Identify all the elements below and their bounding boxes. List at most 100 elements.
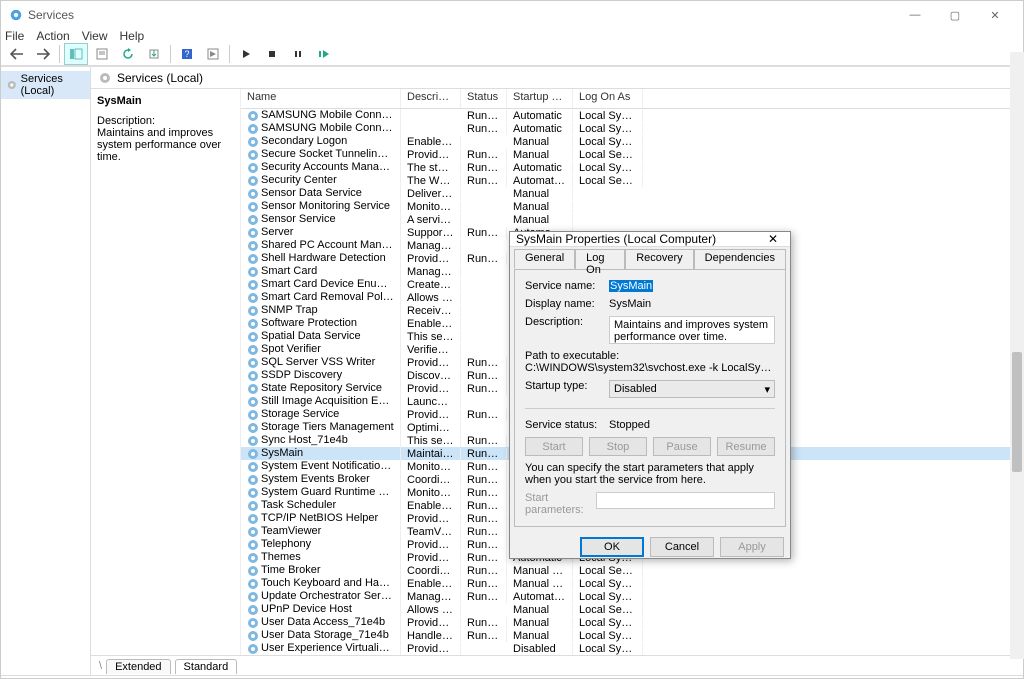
table-row[interactable]: Update Orchestrator ServiceManages Wi...… [241,590,1023,603]
services-app-icon [9,8,23,22]
cancel-button[interactable]: Cancel [650,537,714,557]
label-start-parameters: Start parameters: [525,492,592,516]
tab-extended[interactable]: Extended [106,659,170,674]
window-scrollbar[interactable] [1010,52,1024,659]
table-row[interactable]: Sensor ServiceA service for ...Manual [241,213,1023,226]
description-text: Maintains and improves system performanc… [97,127,234,163]
table-row[interactable]: Security Accounts ManagerThe startup ...… [241,161,1023,174]
gear-icon [7,79,17,91]
dialog-body: Service name: SysMain Display name: SysM… [514,269,786,527]
properties-button[interactable] [90,43,114,65]
export-button[interactable] [142,43,166,65]
pause-button[interactable]: Pause [653,437,711,456]
tab-dependencies[interactable]: Dependencies [694,249,786,269]
table-row[interactable]: UPnP Device HostAllows UPnP ...ManualLoc… [241,603,1023,616]
table-row[interactable]: User Data Access_71e4bProvides ap...Runn… [241,616,1023,629]
table-row[interactable]: Sensor Data ServiceDelivers dat...Manual [241,187,1023,200]
nav-forward-button[interactable] [31,43,55,65]
col-description[interactable]: Description [401,89,461,108]
menu-view[interactable]: View [82,29,108,43]
help-button[interactable]: ? [175,43,199,65]
refresh-button[interactable] [116,43,140,65]
label-startup-type: Startup type: [525,380,605,392]
table-row[interactable]: SAMSUNG Mobile Connecti...RunningAutomat… [241,109,1023,122]
selected-service-title: SysMain [97,95,234,107]
nav-back-button[interactable] [5,43,29,65]
table-row[interactable]: User Experience VirtualizationProvides s… [241,642,1023,655]
svg-text:?: ? [184,49,189,59]
scrollbar-thumb[interactable] [1012,352,1022,472]
apply-button[interactable]: Apply [720,537,784,557]
col-status[interactable]: Status [461,89,507,108]
tab-general[interactable]: General [514,249,575,269]
dialog-titlebar: SysMain Properties (Local Computer) ✕ [510,232,790,247]
label-path: Path to executable: [525,350,775,362]
properties-dialog: SysMain Properties (Local Computer) ✕ Ge… [509,231,791,559]
menu-action[interactable]: Action [36,29,69,43]
pane-header: Services (Local) [91,67,1023,89]
table-row[interactable]: User Data Storage_71e4bHandles stor...Ru… [241,629,1023,642]
tree-root-item[interactable]: Services (Local) [1,71,90,99]
tree-root-label: Services (Local) [21,73,84,97]
label-description: Description: [525,316,605,328]
resume-button[interactable]: Resume [717,437,775,456]
table-row[interactable]: SAMSUNG Mobile Connecti...RunningAutomat… [241,122,1023,135]
col-startup[interactable]: Startup Type [507,89,573,108]
start-params-note: You can specify the start parameters tha… [525,462,775,486]
chevron-down-icon: ▾ [764,383,770,396]
minimize-button[interactable]: — [895,1,935,29]
label-display-name: Display name: [525,298,605,310]
tree-pane: Services (Local) [1,67,91,675]
view-tabs: \ Extended Standard [91,655,1023,675]
action-button[interactable] [201,43,225,65]
menu-file[interactable]: File [5,29,24,43]
tab-logon[interactable]: Log On [575,249,625,269]
titlebar: Services — ▢ ✕ [1,1,1023,29]
tab-standard[interactable]: Standard [175,659,238,674]
close-button[interactable]: ✕ [975,1,1015,29]
toolbar: ? [1,43,1023,66]
restart-service-button[interactable] [312,43,336,65]
show-hide-tree-button[interactable] [64,43,88,65]
gear-icon [99,72,111,84]
table-row[interactable]: Touch Keyboard and Handw...Enables Tou..… [241,577,1023,590]
statusbar [1,675,1023,678]
table-row[interactable]: Security CenterThe WSCSVC...RunningAutom… [241,174,1023,187]
pane-header-label: Services (Local) [117,71,203,85]
menu-help[interactable]: Help [120,29,145,43]
start-service-button[interactable] [234,43,258,65]
dialog-tabs: General Log On Recovery Dependencies [510,249,790,269]
dialog-footer: OK Cancel Apply [510,531,790,563]
description-label: Description: [97,115,234,127]
ok-button[interactable]: OK [580,537,644,557]
window-title: Services [28,8,895,22]
stop-button[interactable]: Stop [589,437,647,456]
value-description[interactable]: Maintains and improves system performanc… [609,316,775,344]
tab-recovery[interactable]: Recovery [625,249,693,269]
menubar: File Action View Help [1,29,1023,43]
pause-service-button[interactable] [286,43,310,65]
stop-service-button[interactable] [260,43,284,65]
main-body: Services (Local) Services (Local) SysMai… [1,66,1023,675]
table-row[interactable]: Time BrokerCoordinates ...RunningManual … [241,564,1023,577]
startup-type-value: Disabled [614,383,657,395]
col-name[interactable]: Name [241,89,401,108]
dialog-close-button[interactable]: ✕ [762,232,784,246]
label-service-status: Service status: [525,419,605,431]
services-window: Services — ▢ ✕ File Action View Help ? [0,0,1024,679]
value-service-name: SysMain [609,280,653,292]
table-row[interactable]: Secure Socket Tunneling Pro...Provides s… [241,148,1023,161]
value-display-name: SysMain [609,298,775,310]
list-header: Name Description Status Startup Type Log… [241,89,1023,109]
table-row[interactable]: Secondary LogonEnables start...ManualLoc… [241,135,1023,148]
description-panel: SysMain Description: Maintains and impro… [91,89,241,655]
table-row[interactable]: Sensor Monitoring ServiceMonitors va...M… [241,200,1023,213]
value-path: C:\WINDOWS\system32\svchost.exe -k Local… [525,362,775,374]
start-parameters-input[interactable] [596,492,775,509]
value-service-status: Stopped [609,419,775,431]
start-button[interactable]: Start [525,437,583,456]
dialog-title: SysMain Properties (Local Computer) [516,232,762,246]
maximize-button[interactable]: ▢ [935,1,975,29]
startup-type-select[interactable]: Disabled ▾ [609,380,775,398]
col-logon[interactable]: Log On As [573,89,643,108]
